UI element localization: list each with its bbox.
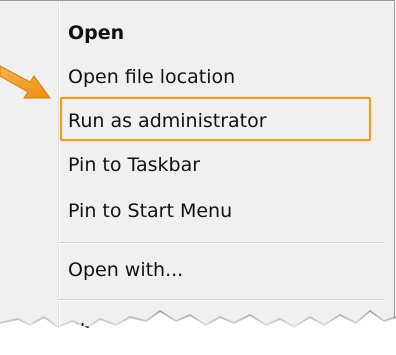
screenshot-canvas: Open Open file location Run as administr… (0, 0, 396, 355)
torn-edge (0, 310, 396, 355)
menu-item-open-file-location[interactable]: Open file location (68, 65, 235, 89)
menu-item-pin-to-taskbar[interactable]: Pin to Taskbar (68, 153, 200, 177)
menu-item-open[interactable]: Open (68, 21, 124, 45)
menu-item-open-with[interactable]: Open with... (68, 258, 183, 282)
highlight-box (60, 97, 371, 141)
arrow-icon (0, 65, 51, 99)
menu-item-pin-to-start-menu[interactable]: Pin to Start Menu (68, 199, 232, 223)
menu-separator (58, 242, 384, 244)
